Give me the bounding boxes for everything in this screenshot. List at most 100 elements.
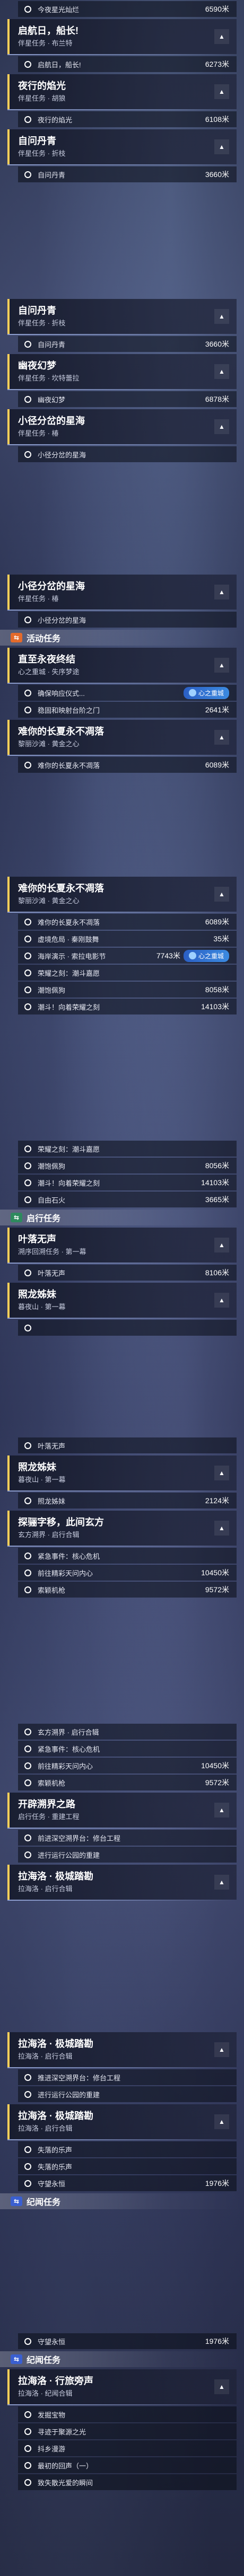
quest-step-row[interactable]: 今夜星光灿烂 6590米 [18, 1, 237, 17]
collapse-chevron-icon[interactable]: ▲ [214, 2379, 229, 2394]
collapse-chevron-icon[interactable]: ▲ [214, 1466, 229, 1480]
collapse-chevron-icon[interactable]: ▲ [214, 309, 229, 324]
quest-step-row[interactable]: 致失散光爱的瞬间 [18, 2474, 237, 2490]
quest-card[interactable]: 开辟溯界之路 启行任务 · 重建工程 ▲ [7, 1793, 237, 1828]
step-label: 紧急事件：核心危机 [38, 1745, 100, 1753]
collapse-chevron-icon[interactable]: ▲ [214, 658, 229, 673]
step-label: 虚境危局 · 秦刚鼓舞 [38, 935, 99, 943]
card-divider [7, 1490, 237, 1492]
step-distance: 2124米 [205, 1496, 229, 1505]
quest-step-row[interactable]: 叶落无声 8106米 [18, 1265, 237, 1281]
quest-card[interactable]: 叶落无声 溯序回溯任务 · 第一幕 ▲ [7, 1228, 237, 1263]
quest-card[interactable]: 照龙姊妹 暮夜山 · 第一幕 ▲ [7, 1455, 237, 1490]
quest-step-row[interactable]: 守望永恒 1976米 [18, 2333, 237, 2349]
quest-card[interactable]: 难你的长夏永不凋落 黎丽沙滩 · 黄金之心 ▲ [7, 720, 237, 755]
quest-card[interactable]: 幽夜幻梦 伴星任务 · 坎特蕾拉 ▲ [7, 354, 237, 389]
step-distance: 8058米 [205, 985, 229, 994]
quest-step-row[interactable]: 照龙姊妹 2124米 [18, 1493, 237, 1508]
quest-title: 启航日，船长! [18, 25, 79, 36]
quest-step-row[interactable]: 抖乡漫游 [18, 2440, 237, 2456]
quest-step-row[interactable]: 玄方溯界 · 启行合辑 [18, 1724, 237, 1740]
quest-step-row[interactable]: 启航日，船长! 6273米 [18, 56, 237, 72]
collapse-chevron-icon[interactable]: ▲ [214, 2042, 229, 2057]
quest-step-row[interactable]: 紧急事件：核心危机 [18, 1741, 237, 1757]
quest-card[interactable]: 小径分岔的星海 伴星任务 · 椿 ▲ [7, 575, 237, 610]
step-dot-icon [24, 60, 31, 68]
quest-step-row[interactable]: 难你的长夏永不凋落 6089米 [18, 757, 237, 773]
step-label: 最初的回声（一） [38, 2462, 93, 2470]
quest-step-row[interactable]: 最初的回声（一） [18, 2457, 237, 2473]
quest-step-row[interactable]: 索颖机枪 9572米 [18, 1775, 237, 1790]
quest-card[interactable]: 拉海洛 · 行旅旁声 拉海洛 · 纪闻合辑 ▲ [7, 2369, 237, 2404]
quest-card[interactable]: 夜行的焰光 伴星任务 · 胡狼 ▲ [7, 74, 237, 109]
collapse-chevron-icon[interactable]: ▲ [214, 1521, 229, 1536]
card-divider [7, 109, 237, 110]
quest-step-row[interactable]: 海岸演示 · 索拉电影节 7743米 心之重城 [18, 948, 237, 964]
quest-step-row[interactable]: 潮斗！向着荣耀之刻 14103米 [18, 999, 237, 1014]
quest-card[interactable]: 难你的长夏永不凋落 黎丽沙滩 · 黄金之心 ▲ [7, 877, 237, 912]
quest-step-row[interactable]: 荣耀之刻：潮斗嘉愿 [18, 965, 237, 981]
quest-step-row[interactable]: 潮饱佩狗 8056米 [18, 1158, 237, 1174]
collapse-chevron-icon[interactable]: ▲ [214, 419, 229, 434]
quest-step-row[interactable]: 小径分岔的星海 [18, 446, 237, 462]
quest-step-row[interactable]: 前进深空溯界台：修台工程 [18, 1830, 237, 1846]
quest-step-row[interactable]: 潮斗！向着荣耀之刻 14103米 [18, 1175, 237, 1190]
collapse-chevron-icon[interactable]: ▲ [214, 2114, 229, 2129]
quest-step-row[interactable]: 守望永恒 1976米 [18, 2175, 237, 2191]
collapse-chevron-icon[interactable]: ▲ [214, 29, 229, 44]
collapse-chevron-icon[interactable]: ▲ [214, 364, 229, 379]
quest-subtitle: 黎丽沙滩 · 黄金之心 [18, 897, 80, 905]
quest-step-row[interactable]: 难你的长夏永不凋落 6089米 [18, 914, 237, 930]
quest-card[interactable]: 自问丹青 伴星任务 · 折枝 ▲ [7, 129, 237, 164]
collapse-chevron-icon[interactable]: ▲ [214, 887, 229, 902]
quest-step-row[interactable]: 夜行的焰光 6108米 [18, 111, 237, 127]
quest-step-row[interactable]: 稳固和映射台阶之门 2641米 [18, 702, 237, 718]
quest-step-row[interactable]: 幽夜幻梦 6878米 [18, 391, 237, 407]
quest-step-row[interactable]: 自由石火 3665米 [18, 1192, 237, 1207]
quest-step-row[interactable]: 叶落无声 [18, 1437, 237, 1453]
quest-card[interactable]: 照龙姊妹 暮夜山 · 第一幕 ▲ [7, 1283, 237, 1318]
quest-step-row[interactable]: 潮饱佩狗 8058米 [18, 982, 237, 998]
quest-step-row[interactable]: 虚境危局 · 秦刚鼓舞 35米 [18, 931, 237, 947]
quest-card[interactable]: 拉海洛 · 极城踏勘 拉海洛 · 启行合辑 ▲ [7, 1865, 237, 1900]
step-label: 失落的乐声 [38, 2146, 73, 2154]
quest-step-row[interactable]: 紧急事件：核心危机 [18, 1548, 237, 1564]
step-dot-icon [24, 952, 31, 959]
quest-step-row[interactable]: 进行运行公园的重建 [18, 2086, 237, 2102]
step-dot-icon [24, 1269, 31, 1276]
quest-card[interactable]: 小径分岔的星海 伴星任务 · 椿 ▲ [7, 409, 237, 444]
collapse-chevron-icon[interactable]: ▲ [214, 1293, 229, 1308]
quest-step-row[interactable]: 失落的乐声 [18, 2158, 237, 2174]
quest-step-row[interactable]: 荣耀之刻：潮斗嘉愿 [18, 1141, 237, 1157]
quest-title: 拉海洛 · 极城踏勘 [18, 1871, 93, 1882]
quest-step-row[interactable]: 发掘宝物 [18, 2406, 237, 2422]
collapse-chevron-icon[interactable]: ▲ [214, 585, 229, 599]
quest-step-row[interactable] [18, 1320, 237, 1336]
quest-card[interactable]: 拉海洛 · 极城踏勘 拉海洛 · 启行合辑 ▲ [7, 2032, 237, 2067]
quest-card[interactable]: 探骊字移，此间玄方 玄方溯界 · 启行合辑 ▲ [7, 1511, 237, 1546]
quest-step-row[interactable]: 小径分岔的星海 [18, 612, 237, 628]
quest-card[interactable]: 启航日，船长! 伴星任务 · 布兰特 ▲ [7, 19, 237, 54]
collapse-chevron-icon[interactable]: ▲ [214, 1238, 229, 1252]
quest-step-row[interactable]: 确保响应仪式... 心之重城 [18, 685, 237, 701]
quest-step-row[interactable]: 前往精彩天问内心 10450米 [18, 1758, 237, 1774]
quest-step-row[interactable]: 失落的乐声 [18, 2141, 237, 2157]
quest-card[interactable]: 自问丹青 伴星任务 · 折枝 ▲ [7, 299, 237, 334]
step-label: 自问丹青 [38, 340, 66, 349]
collapse-chevron-icon[interactable]: ▲ [214, 1875, 229, 1890]
quest-step-row[interactable]: 推进深空溯界台：修台工程 [18, 2069, 237, 2085]
collapse-chevron-icon[interactable]: ▲ [214, 84, 229, 99]
collapse-chevron-icon[interactable]: ▲ [214, 730, 229, 745]
quest-step-row[interactable]: 寻迹于聚源之光 [18, 2423, 237, 2439]
step-dot-icon [24, 1728, 31, 1735]
collapse-chevron-icon[interactable]: ▲ [214, 139, 229, 154]
quest-card[interactable]: 直至永夜终结 心之重城 · 失序梦途 ▲ [7, 648, 237, 683]
quest-step-row[interactable]: 进行运行公园的重建 [18, 1847, 237, 1863]
quest-card[interactable]: 拉海洛 · 极城踏勘 拉海洛 · 启行合辑 ▲ [7, 2104, 237, 2139]
quest-step-row[interactable]: 自问丹青 3660米 [18, 166, 237, 182]
step-distance: 6108米 [205, 115, 229, 123]
quest-step-row[interactable]: 前往精彩天问内心 10450米 [18, 1565, 237, 1581]
quest-step-row[interactable]: 索颖机枪 9572米 [18, 1582, 237, 1598]
quest-step-row[interactable]: 自问丹青 3660米 [18, 336, 237, 352]
collapse-chevron-icon[interactable]: ▲ [214, 1803, 229, 1818]
